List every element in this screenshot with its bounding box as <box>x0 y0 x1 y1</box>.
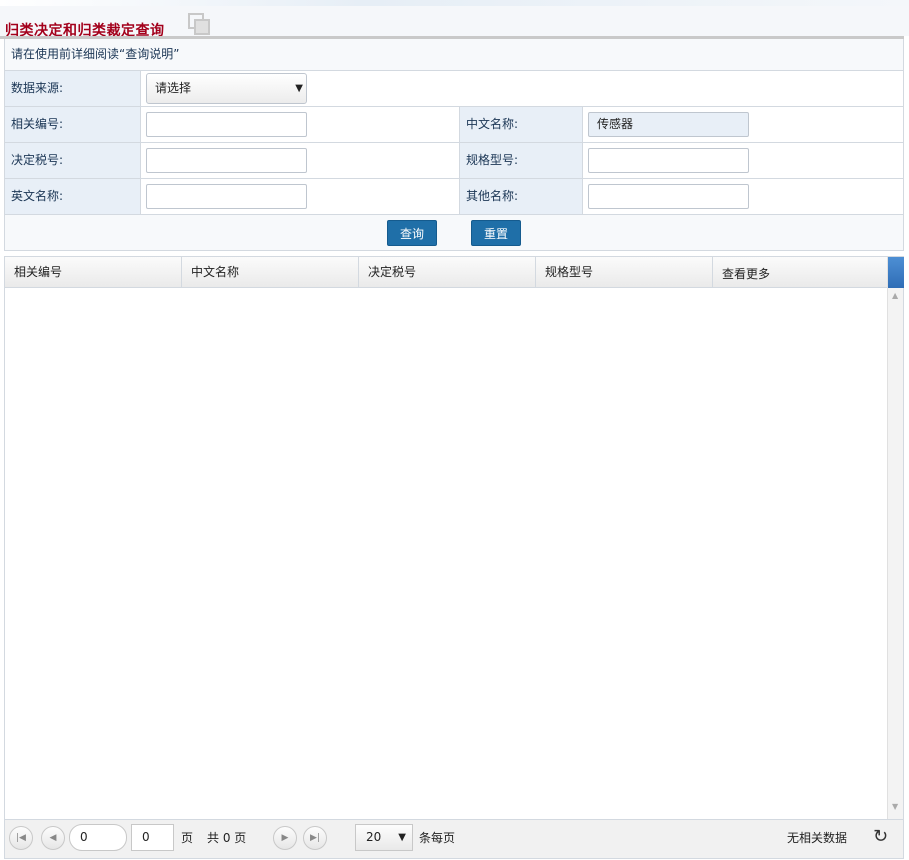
column-header-spec[interactable]: 规格型号 <box>536 257 713 287</box>
prev-page-icon[interactable]: ◀ <box>41 826 65 850</box>
window-icon <box>188 13 210 35</box>
title-bar: 归类决定和归类裁定查询 <box>0 6 909 39</box>
first-page-icon[interactable]: |◀ <box>9 826 33 850</box>
spec-label: 规格型号: <box>459 143 583 178</box>
source-select[interactable]: 请选择 ▼ <box>146 73 307 104</box>
refresh-icon[interactable]: ↻ <box>873 826 888 847</box>
source-select-value: 请选择 <box>155 81 192 95</box>
total-pages-text: 共 0 页 <box>207 831 247 845</box>
grid-body <box>5 288 887 819</box>
cn-name-label: 中文名称: <box>459 107 583 142</box>
scrollbar-corner <box>888 257 904 288</box>
results-grid: 相关编号 中文名称 决定税号 规格型号 查看更多 ▲ ▼ |◀ ◀ 0 0 页 … <box>4 256 904 859</box>
source-label: 数据来源: <box>5 71 141 106</box>
search-form: 请在使用前详细阅读“查询说明” 数据来源: 请选择 ▼ 相关编号: 中文名称: … <box>4 39 904 251</box>
other-name-label: 其他名称: <box>459 179 583 214</box>
column-header-cn-name[interactable]: 中文名称 <box>182 257 359 287</box>
en-name-input[interactable] <box>146 184 307 209</box>
column-header-more[interactable]: 查看更多 <box>713 257 887 287</box>
reset-button[interactable]: 重置 <box>471 219 522 246</box>
cn-name-input[interactable]: 传感器 <box>588 112 749 137</box>
tax-no-input[interactable] <box>146 148 307 173</box>
notice-text: 请在使用前详细阅读“查询说明” <box>11 47 180 61</box>
query-button[interactable]: 查询 <box>386 219 437 246</box>
current-page-input[interactable]: 0 <box>131 824 174 851</box>
form-row-1: 相关编号: 中文名称: 传感器 <box>5 107 903 143</box>
form-row-2: 决定税号: 规格型号: <box>5 143 903 179</box>
other-name-input[interactable] <box>588 184 749 209</box>
page-label: 页 <box>181 831 194 845</box>
status-text: 无相关数据 <box>787 831 848 845</box>
spec-input[interactable] <box>588 148 749 173</box>
dropdown-arrow-icon: ▼ <box>295 83 303 94</box>
scroll-down-icon[interactable]: ▼ <box>892 802 898 811</box>
rel-no-label: 相关编号: <box>5 107 141 142</box>
pagination-bar: |◀ ◀ 0 0 页 共 0 页 ▶ ▶| 20 ▼ 条每页 无相关数据 ↻ <box>5 819 903 858</box>
page-jump-input[interactable]: 0 <box>69 824 127 851</box>
dropdown-arrow-icon: ▼ <box>398 832 406 843</box>
page-size-select[interactable]: 20 ▼ <box>355 824 413 851</box>
grid-header: 相关编号 中文名称 决定税号 规格型号 查看更多 <box>5 257 887 288</box>
source-row: 数据来源: 请选择 ▼ <box>5 71 903 107</box>
tax-no-label: 决定税号: <box>5 143 141 178</box>
notice-row: 请在使用前详细阅读“查询说明” <box>5 39 903 71</box>
column-header-tax-no[interactable]: 决定税号 <box>359 257 536 287</box>
button-row: 查询 重置 <box>5 215 903 250</box>
rel-no-input[interactable] <box>146 112 307 137</box>
vertical-scrollbar[interactable]: ▲ ▼ <box>887 257 904 819</box>
en-name-label: 英文名称: <box>5 179 141 214</box>
scroll-up-icon[interactable]: ▲ <box>892 291 898 300</box>
column-header-rel-no[interactable]: 相关编号 <box>5 257 182 287</box>
next-page-icon[interactable]: ▶ <box>273 826 297 850</box>
page-size-value: 20 <box>366 830 382 844</box>
form-row-3: 英文名称: 其他名称: <box>5 179 903 215</box>
per-page-label: 条每页 <box>419 831 456 845</box>
last-page-icon[interactable]: ▶| <box>303 826 327 850</box>
